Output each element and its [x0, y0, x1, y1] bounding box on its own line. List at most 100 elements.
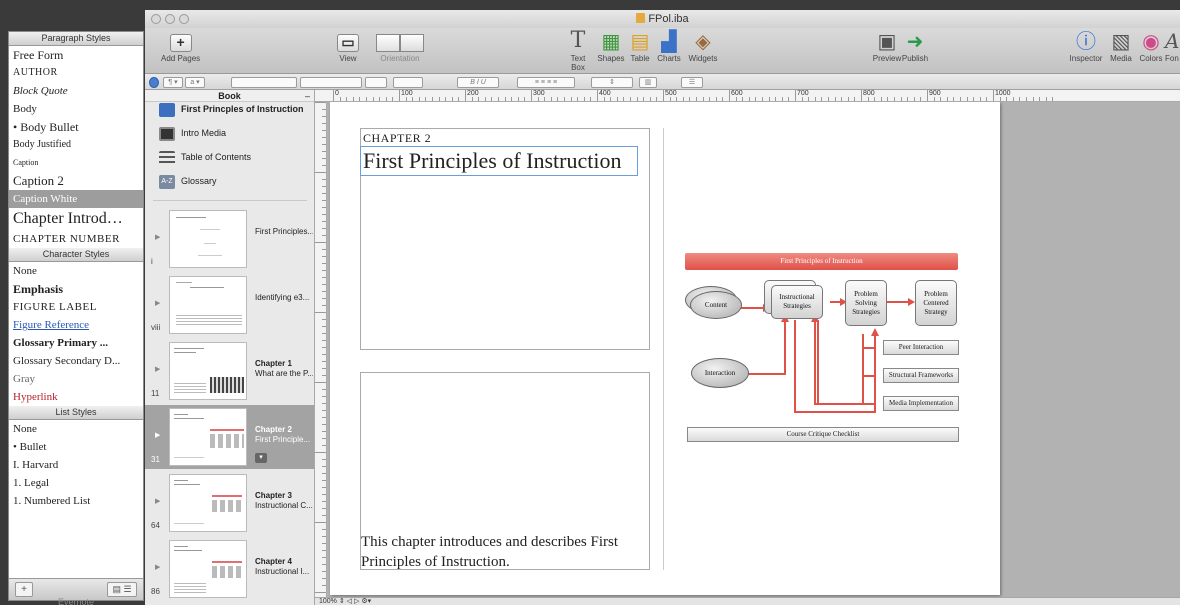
ruler-minor-tick: [458, 97, 460, 101]
text-box-button[interactable]: T Text Box: [563, 30, 593, 73]
page-thumbnail-row-selected[interactable]: ▶ 31 Chapter 2 First Principle... ▾: [145, 405, 314, 469]
ruler-minor-tick: [801, 97, 803, 101]
paragraph-style-item[interactable]: CHAPTER NUMBER: [9, 230, 143, 248]
style-view-toggle[interactable]: ▤ ☰: [107, 582, 137, 597]
paragraph-style-item[interactable]: Body: [9, 100, 143, 118]
zoom-window-button[interactable]: [179, 14, 189, 24]
list-style-item[interactable]: • Bullet: [9, 438, 143, 456]
bold-italic-underline-buttons[interactable]: B I U: [457, 77, 499, 88]
chapter-number[interactable]: CHAPTER 2: [360, 128, 650, 146]
text-color-well[interactable]: [393, 77, 423, 88]
ruler-tick: [322, 494, 326, 495]
ruler-tick: [315, 592, 326, 593]
page-thumbnail-row[interactable]: ▶ 86 Chapter 4 Instructional I...: [145, 537, 314, 601]
paragraph-style-item[interactable]: • Body Bullet: [9, 118, 143, 136]
page-label: Chapter 3 Instructional C...: [255, 491, 313, 511]
media-button[interactable]: ▧ Media: [1107, 30, 1135, 63]
paragraph-style-item[interactable]: AUTHOR: [9, 64, 143, 82]
character-style-item[interactable]: Gray: [9, 370, 143, 388]
paragraph-style-item[interactable]: Caption: [9, 154, 143, 172]
shapes-button[interactable]: ▦ Shapes: [597, 30, 625, 63]
page-thumbnail-row[interactable]: ▶ viii Identifying e3...: [145, 273, 314, 337]
character-style-item[interactable]: Emphasis: [9, 280, 143, 298]
orientation-control[interactable]: Orientation: [375, 34, 425, 63]
table-button[interactable]: ▤ Table: [629, 30, 651, 63]
chapter-title[interactable]: First Principles of Instruction: [360, 146, 638, 176]
publish-button[interactable]: ➜ Publish: [901, 30, 929, 63]
chapter-intro-text[interactable]: This chapter introduces and describes Fi…: [361, 532, 651, 572]
ruler-minor-tick: [491, 97, 493, 101]
disclosure-triangle-icon[interactable]: ▶: [155, 563, 160, 571]
view-button[interactable]: ▭ View: [335, 34, 361, 63]
close-window-button[interactable]: [151, 14, 161, 24]
disclosure-triangle-icon[interactable]: ▶: [155, 497, 160, 505]
paragraph-style-popup[interactable]: ¶ ▾: [163, 77, 183, 88]
ruler-tick: [322, 298, 326, 299]
list-style-item[interactable]: I. Harvard: [9, 456, 143, 474]
add-style-button[interactable]: +: [15, 582, 33, 597]
paragraph-style-item-selected[interactable]: Caption White: [9, 190, 143, 208]
font-size-popup[interactable]: [365, 77, 387, 88]
paragraph-style-item[interactable]: Chapter Introd…: [9, 208, 143, 230]
ruler-tick: [322, 431, 326, 432]
text-box-label: Text Box: [570, 54, 586, 72]
character-style-item[interactable]: Figure Reference: [9, 316, 143, 334]
alignment-buttons[interactable]: ≡ ≡ ≡ ≡: [517, 77, 575, 88]
ruler-tick: [322, 578, 326, 579]
paragraph-style-item[interactable]: Body Justified: [9, 136, 143, 154]
disclosure-triangle-icon[interactable]: ▶: [155, 233, 160, 241]
inspector-button[interactable]: ⓘ Inspector: [1067, 30, 1105, 63]
character-style-item[interactable]: Hyperlink: [9, 388, 143, 406]
font-typeface-popup[interactable]: [300, 77, 362, 88]
book-sidebar: Book – First Princples of Instruction Int…: [145, 90, 315, 605]
list-popup[interactable]: ☰: [681, 77, 703, 88]
book-item-label: Intro Media: [181, 128, 227, 138]
page-thumbnail-row[interactable]: ▶ i First Principles...: [145, 207, 314, 271]
ruler-major-tick: [795, 90, 796, 101]
page-thumbnail-row[interactable]: ▶ 11 Chapter 1 What are the P...: [145, 339, 314, 403]
character-style-item[interactable]: Glossary Secondary D...: [9, 352, 143, 370]
ruler-tick: [322, 277, 326, 278]
widgets-button[interactable]: ◈ Widgets: [687, 30, 719, 63]
list-style-item[interactable]: None: [9, 420, 143, 438]
book-item-glossary[interactable]: A-Z Glossary: [159, 170, 217, 192]
font-family-popup[interactable]: [231, 77, 297, 88]
status-bar: 100% ⇕ ◁ ▷ ⚙▾: [315, 597, 1180, 605]
ruler-tick: [322, 529, 326, 530]
character-style-item[interactable]: Glossary Primary ...: [9, 334, 143, 352]
add-pages-button[interactable]: + Add Pages: [161, 34, 200, 63]
zoom-popup[interactable]: 100%: [319, 598, 337, 605]
character-style-item[interactable]: FIGURE LABEL: [9, 298, 143, 316]
book-item-intro-media[interactable]: Intro Media: [159, 122, 226, 144]
columns-popup[interactable]: ▥: [639, 77, 657, 88]
paragraph-style-item[interactable]: Caption 2: [9, 172, 143, 190]
page-options-icon[interactable]: ▾: [255, 453, 267, 463]
book-item-title[interactable]: First Princples of Instruction: [159, 98, 304, 120]
disclosure-triangle-icon[interactable]: ▶: [155, 365, 160, 373]
disclosure-triangle-icon[interactable]: ▶: [155, 299, 160, 307]
paragraph-style-item[interactable]: Free Form: [9, 46, 143, 64]
page-subtitle-label: Instructional C...: [255, 501, 313, 510]
preview-button[interactable]: ▣ Preview: [871, 30, 903, 63]
colors-button[interactable]: ◉ Colors: [1137, 30, 1165, 63]
character-style-popup[interactable]: a ▾: [185, 77, 205, 88]
charts-button[interactable]: ▟ Charts: [655, 30, 683, 63]
fonts-button[interactable]: A Fon: [1165, 30, 1180, 63]
ruler-minor-tick: [828, 97, 829, 101]
format-toggle[interactable]: [149, 77, 159, 88]
ruler-tick: [322, 270, 326, 271]
minimize-window-button[interactable]: [165, 14, 175, 24]
ruler-minor-tick: [603, 97, 605, 101]
list-style-item[interactable]: 1. Legal: [9, 474, 143, 492]
collapse-icon[interactable]: –: [305, 90, 310, 102]
ruler-minor-tick: [973, 97, 975, 101]
disclosure-triangle-icon[interactable]: ▶: [155, 431, 160, 439]
character-style-item[interactable]: None: [9, 262, 143, 280]
paragraph-style-item[interactable]: Block Quote: [9, 82, 143, 100]
ruler-minor-tick: [616, 97, 618, 101]
list-style-item[interactable]: 1. Numbered List: [9, 492, 143, 510]
ruler-minor-tick: [418, 97, 420, 101]
line-spacing-popup[interactable]: ⇕: [591, 77, 633, 88]
book-item-toc[interactable]: Table of Contents: [159, 146, 251, 168]
page-thumbnail-row[interactable]: ▶ 64 Chapter 3 Instructional C...: [145, 471, 314, 535]
